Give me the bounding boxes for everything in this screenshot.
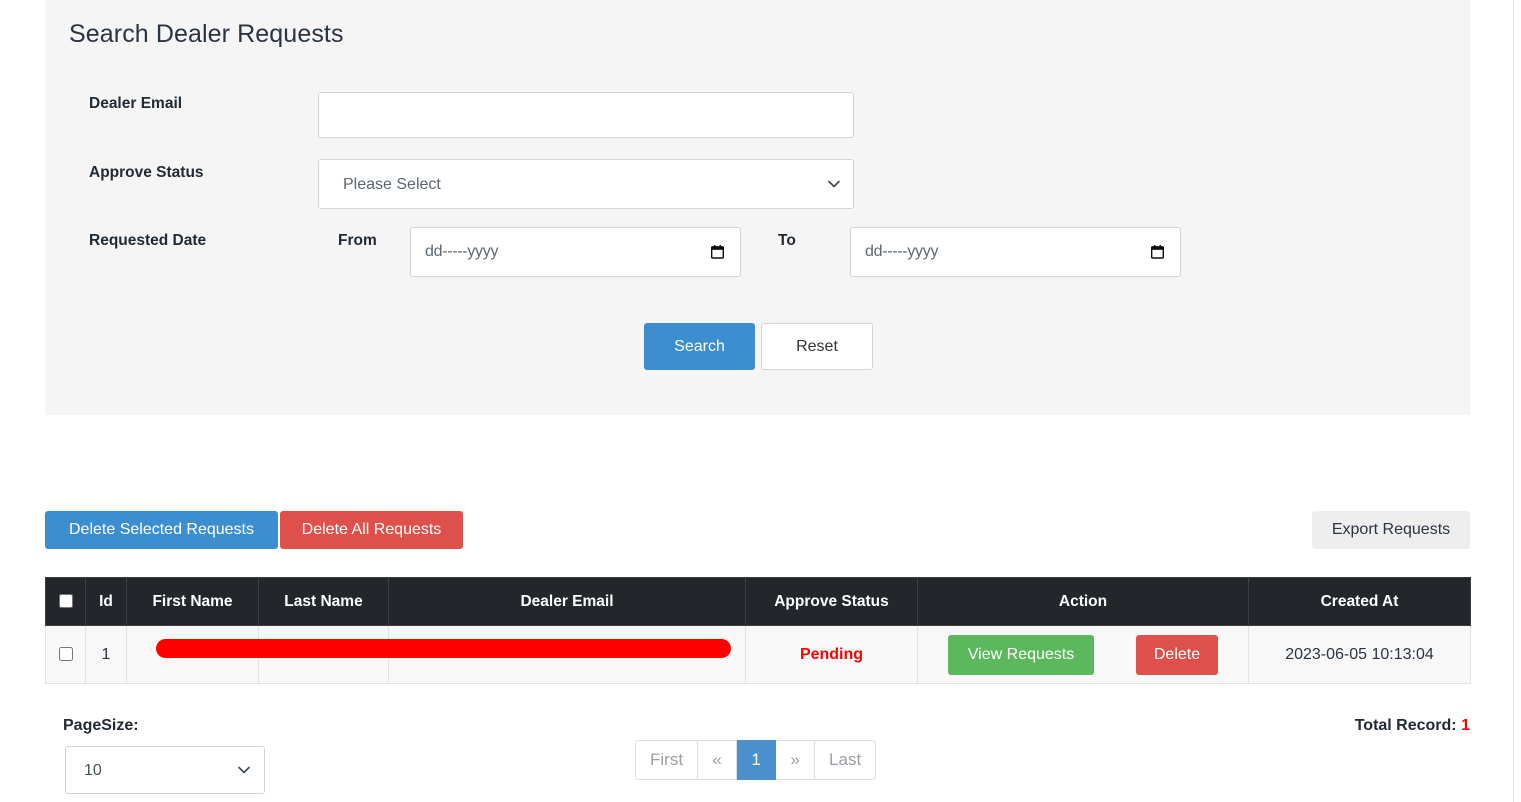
requested-date-label: Requested Date — [89, 232, 207, 249]
view-requests-button[interactable]: View Requests — [948, 634, 1094, 675]
status-badge: Pending — [799, 645, 864, 663]
delete-row-button[interactable]: Delete — [1136, 634, 1218, 675]
table-header-action: Action — [917, 577, 1249, 626]
table-header-dealer-email: Dealer Email — [388, 577, 746, 626]
total-record-label: Total Record: — [1354, 717, 1457, 734]
table-header-last-name: Last Name — [258, 577, 389, 626]
row-select-checkbox[interactable] — [58, 647, 73, 662]
dealer-requests-table-wrap: Id First Name Last Name Dealer Email App… — [45, 577, 1471, 684]
requested-date-from-input[interactable]: dd-----yyyy — [410, 227, 741, 277]
select-all-checkbox[interactable] — [58, 594, 73, 609]
pagination-next[interactable]: » — [776, 740, 816, 780]
requested-date-to-input[interactable]: dd-----yyyy — [850, 227, 1181, 277]
row-actions-group: View Requests Delete — [924, 626, 1242, 683]
row-select-cell — [45, 625, 86, 684]
total-record-value: 1 — [1461, 717, 1470, 734]
date-to-label: To — [778, 232, 796, 249]
pagination-last[interactable]: Last — [815, 740, 877, 780]
dealer-requests-table: Id First Name Last Name Dealer Email App… — [45, 577, 1471, 684]
table-header-approve-status: Approve Status — [745, 577, 918, 626]
approve-status-select[interactable]: Please Select — [318, 159, 854, 209]
table-header-select-all — [45, 577, 86, 626]
redaction-bar — [156, 639, 731, 658]
pagesize-select[interactable]: 10 — [65, 746, 265, 794]
page-root: Search Dealer Requests Dealer Email Appr… — [0, 0, 1521, 802]
date-from-label: From — [338, 232, 377, 249]
row-id: 1 — [85, 625, 127, 684]
table-head: Id First Name Last Name Dealer Email App… — [45, 577, 1471, 626]
table-header-first-name: First Name — [126, 577, 259, 626]
approve-status-label: Approve Status — [89, 164, 204, 181]
dealer-email-label: Dealer Email — [89, 95, 183, 112]
pagination-first[interactable]: First — [635, 740, 699, 780]
search-dealer-requests-panel: Search Dealer Requests Dealer Email Appr… — [45, 0, 1470, 415]
pagination: First « 1 » Last — [635, 740, 877, 780]
row-approve-status: Pending — [745, 625, 918, 684]
pagination-page-1[interactable]: 1 — [737, 740, 777, 780]
calendar-icon[interactable] — [711, 245, 724, 259]
delete-selected-requests-button[interactable]: Delete Selected Requests — [45, 511, 278, 549]
table-header-created-at: Created At — [1248, 577, 1471, 626]
export-requests-button[interactable]: Export Requests — [1312, 511, 1470, 549]
pagesize-select-wrap: 10 — [65, 746, 265, 794]
date-from-placeholder: dd-----yyyy — [425, 243, 499, 260]
container-edge — [1513, 0, 1514, 802]
pagesize-label: PageSize: — [63, 717, 139, 734]
approve-status-select-wrap: Please Select — [318, 159, 854, 209]
page-title: Search Dealer Requests — [69, 20, 344, 48]
calendar-icon[interactable] — [1151, 245, 1164, 259]
reset-button[interactable]: Reset — [761, 323, 873, 370]
pagination-prev[interactable]: « — [698, 740, 738, 780]
row-actions: View Requests Delete — [917, 625, 1249, 684]
dealer-email-input[interactable] — [318, 92, 854, 138]
search-button[interactable]: Search — [644, 323, 755, 370]
total-record: Total Record: 1 — [1355, 717, 1470, 735]
table-header-row: Id First Name Last Name Dealer Email App… — [45, 577, 1471, 626]
date-to-placeholder: dd-----yyyy — [865, 243, 939, 260]
delete-all-requests-button[interactable]: Delete All Requests — [280, 511, 463, 549]
row-created-at: 2023-06-05 10:13:04 — [1248, 625, 1471, 684]
table-header-id: Id — [85, 577, 127, 626]
